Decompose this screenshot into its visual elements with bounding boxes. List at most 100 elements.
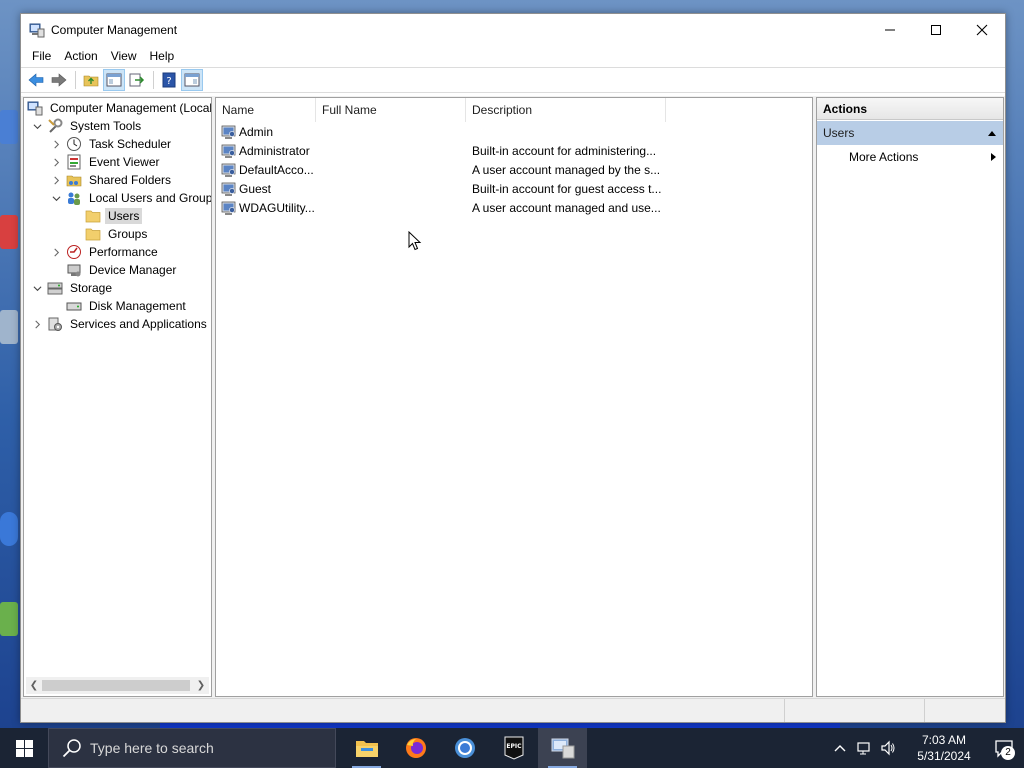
tree-item-services-and-applications[interactable]: Services and Applications bbox=[30, 315, 210, 333]
tree-expander[interactable] bbox=[49, 173, 63, 187]
menu-view[interactable]: View bbox=[106, 49, 142, 63]
taskbar-clock[interactable]: 7:03 AM 5/31/2024 bbox=[904, 732, 984, 764]
tree-item-computer-management-local[interactable]: Computer Management (Local bbox=[27, 99, 211, 117]
tree-item-label: Local Users and Groups bbox=[89, 191, 212, 205]
tree-item-label: Storage bbox=[70, 281, 113, 295]
tree-expander[interactable] bbox=[49, 191, 63, 205]
system-tools-icon bbox=[48, 118, 63, 133]
taskbar-chrome[interactable] bbox=[440, 728, 489, 768]
tree-item-task-scheduler[interactable]: Task Scheduler bbox=[49, 135, 174, 153]
tree-item-shared-folders[interactable]: Shared Folders bbox=[49, 171, 174, 189]
tree-item-performance[interactable]: Performance bbox=[49, 243, 161, 261]
taskbar-search-box[interactable]: Type here to search bbox=[48, 728, 336, 768]
close-button[interactable] bbox=[959, 14, 1005, 45]
computer-management-icon bbox=[29, 23, 45, 37]
volume-button[interactable] bbox=[876, 728, 900, 768]
scroll-left-button[interactable]: ❮ bbox=[26, 677, 42, 694]
toolbar-separator bbox=[153, 71, 154, 89]
title-bar[interactable]: Computer Management bbox=[21, 14, 1005, 45]
show-hide-console-tree-button[interactable] bbox=[103, 69, 125, 91]
tree-item-local-users-and-groups[interactable]: Local Users and Groups bbox=[49, 189, 212, 207]
epic-games-icon: EPIC bbox=[504, 736, 523, 760]
user-row[interactable]: Guest Built-in account for guest access t… bbox=[216, 179, 812, 198]
clock-date: 5/31/2024 bbox=[917, 749, 971, 763]
user-description: A user account managed and use... bbox=[472, 200, 661, 215]
column-header-full-name[interactable]: Full Name bbox=[316, 97, 466, 122]
windows-logo-icon bbox=[15, 739, 33, 757]
scroll-track[interactable] bbox=[42, 677, 193, 694]
services-icon bbox=[48, 317, 62, 331]
network-button[interactable] bbox=[852, 728, 876, 768]
tree-item-storage[interactable]: Storage bbox=[30, 279, 115, 297]
column-header-name[interactable]: Name bbox=[216, 97, 316, 122]
taskbar-file-explorer[interactable] bbox=[342, 728, 391, 768]
forward-button[interactable] bbox=[48, 69, 70, 91]
chevron-right-icon bbox=[53, 248, 59, 256]
mouse-cursor-icon bbox=[408, 231, 422, 251]
tree-item-groups[interactable]: Groups bbox=[68, 225, 150, 243]
tree-item-system-tools[interactable]: System Tools bbox=[30, 117, 144, 135]
tree-item-users[interactable]: Users bbox=[68, 207, 143, 225]
show-hide-action-pane-button[interactable] bbox=[181, 69, 203, 91]
up-one-level-button[interactable] bbox=[80, 69, 102, 91]
tree-expander[interactable] bbox=[30, 119, 44, 133]
shared-folder-icon bbox=[66, 175, 82, 187]
actions-section-users[interactable]: Users bbox=[817, 121, 1003, 145]
forward-arrow-icon bbox=[51, 73, 67, 87]
chevron-up-icon bbox=[834, 745, 846, 752]
scroll-thumb[interactable] bbox=[42, 680, 190, 691]
actions-pane: Actions Users More Actions bbox=[816, 97, 1004, 697]
start-button[interactable] bbox=[0, 728, 48, 768]
show-hidden-icons-button[interactable] bbox=[828, 728, 852, 768]
desktop-shortcut-icon[interactable] bbox=[0, 602, 18, 636]
chevron-down-icon bbox=[33, 123, 41, 129]
tree-expander[interactable] bbox=[49, 137, 63, 151]
tree-item-label: Disk Management bbox=[89, 299, 186, 313]
tree-expander[interactable] bbox=[49, 245, 63, 259]
maximize-button[interactable] bbox=[913, 14, 959, 45]
tree-item-device-manager[interactable]: Device Manager bbox=[49, 261, 179, 279]
desktop-shortcut-icon[interactable] bbox=[0, 110, 18, 144]
tree-item-label: Services and Applications bbox=[70, 317, 207, 331]
user-name-cell: Administrator bbox=[216, 143, 466, 159]
action-pane-icon bbox=[184, 73, 200, 87]
users-groups-icon bbox=[68, 192, 80, 205]
desktop-shortcut-icon[interactable] bbox=[0, 310, 18, 344]
tree-expander[interactable] bbox=[49, 155, 63, 169]
notifications-button[interactable]: 2 bbox=[984, 728, 1024, 768]
desktop-shortcut-icon[interactable] bbox=[0, 512, 18, 546]
back-button[interactable] bbox=[25, 69, 47, 91]
taskbar-firefox[interactable] bbox=[391, 728, 440, 768]
more-actions-item[interactable]: More Actions bbox=[817, 145, 1003, 169]
help-button[interactable]: ? bbox=[158, 69, 180, 91]
folder-icon bbox=[85, 228, 101, 241]
tree-expander[interactable] bbox=[30, 317, 44, 331]
tree-item-disk-management[interactable]: Disk Management bbox=[49, 297, 189, 315]
status-segment bbox=[785, 699, 925, 722]
user-row[interactable]: WDAGUtility... A user account managed and… bbox=[216, 198, 812, 217]
taskbar-computer-management[interactable] bbox=[538, 728, 587, 768]
storage-icon bbox=[47, 282, 63, 295]
export-list-button[interactable] bbox=[126, 69, 148, 91]
column-header-description[interactable]: Description bbox=[466, 97, 666, 122]
toolbar: ? bbox=[21, 67, 1005, 93]
user-row[interactable]: Administrator Built-in account for admini… bbox=[216, 141, 812, 160]
menu-help[interactable]: Help bbox=[145, 49, 180, 63]
user-list-view[interactable]: Name Full Name Description Admin Administ… bbox=[215, 97, 813, 697]
menu-action[interactable]: Action bbox=[59, 49, 102, 63]
console-tree[interactable]: Computer Management (Local System Tools Ta… bbox=[23, 97, 212, 697]
scroll-right-button[interactable]: ❯ bbox=[193, 677, 209, 694]
menu-file[interactable]: File bbox=[27, 49, 56, 63]
search-placeholder: Type here to search bbox=[90, 740, 214, 756]
tree-horizontal-scrollbar[interactable]: ❮ ❯ bbox=[26, 677, 209, 694]
tree-item-event-viewer[interactable]: Event Viewer bbox=[49, 153, 162, 171]
minimize-button[interactable] bbox=[867, 14, 913, 45]
taskbar-epic-games[interactable]: EPIC bbox=[489, 728, 538, 768]
user-account-icon bbox=[221, 163, 236, 177]
user-row[interactable]: DefaultAcco... A user account managed by … bbox=[216, 160, 812, 179]
tree-expander[interactable] bbox=[30, 281, 44, 295]
desktop-shortcut-icon[interactable] bbox=[0, 215, 18, 249]
user-row[interactable]: Admin bbox=[216, 122, 812, 141]
user-description: Built-in account for administering... bbox=[472, 143, 657, 158]
